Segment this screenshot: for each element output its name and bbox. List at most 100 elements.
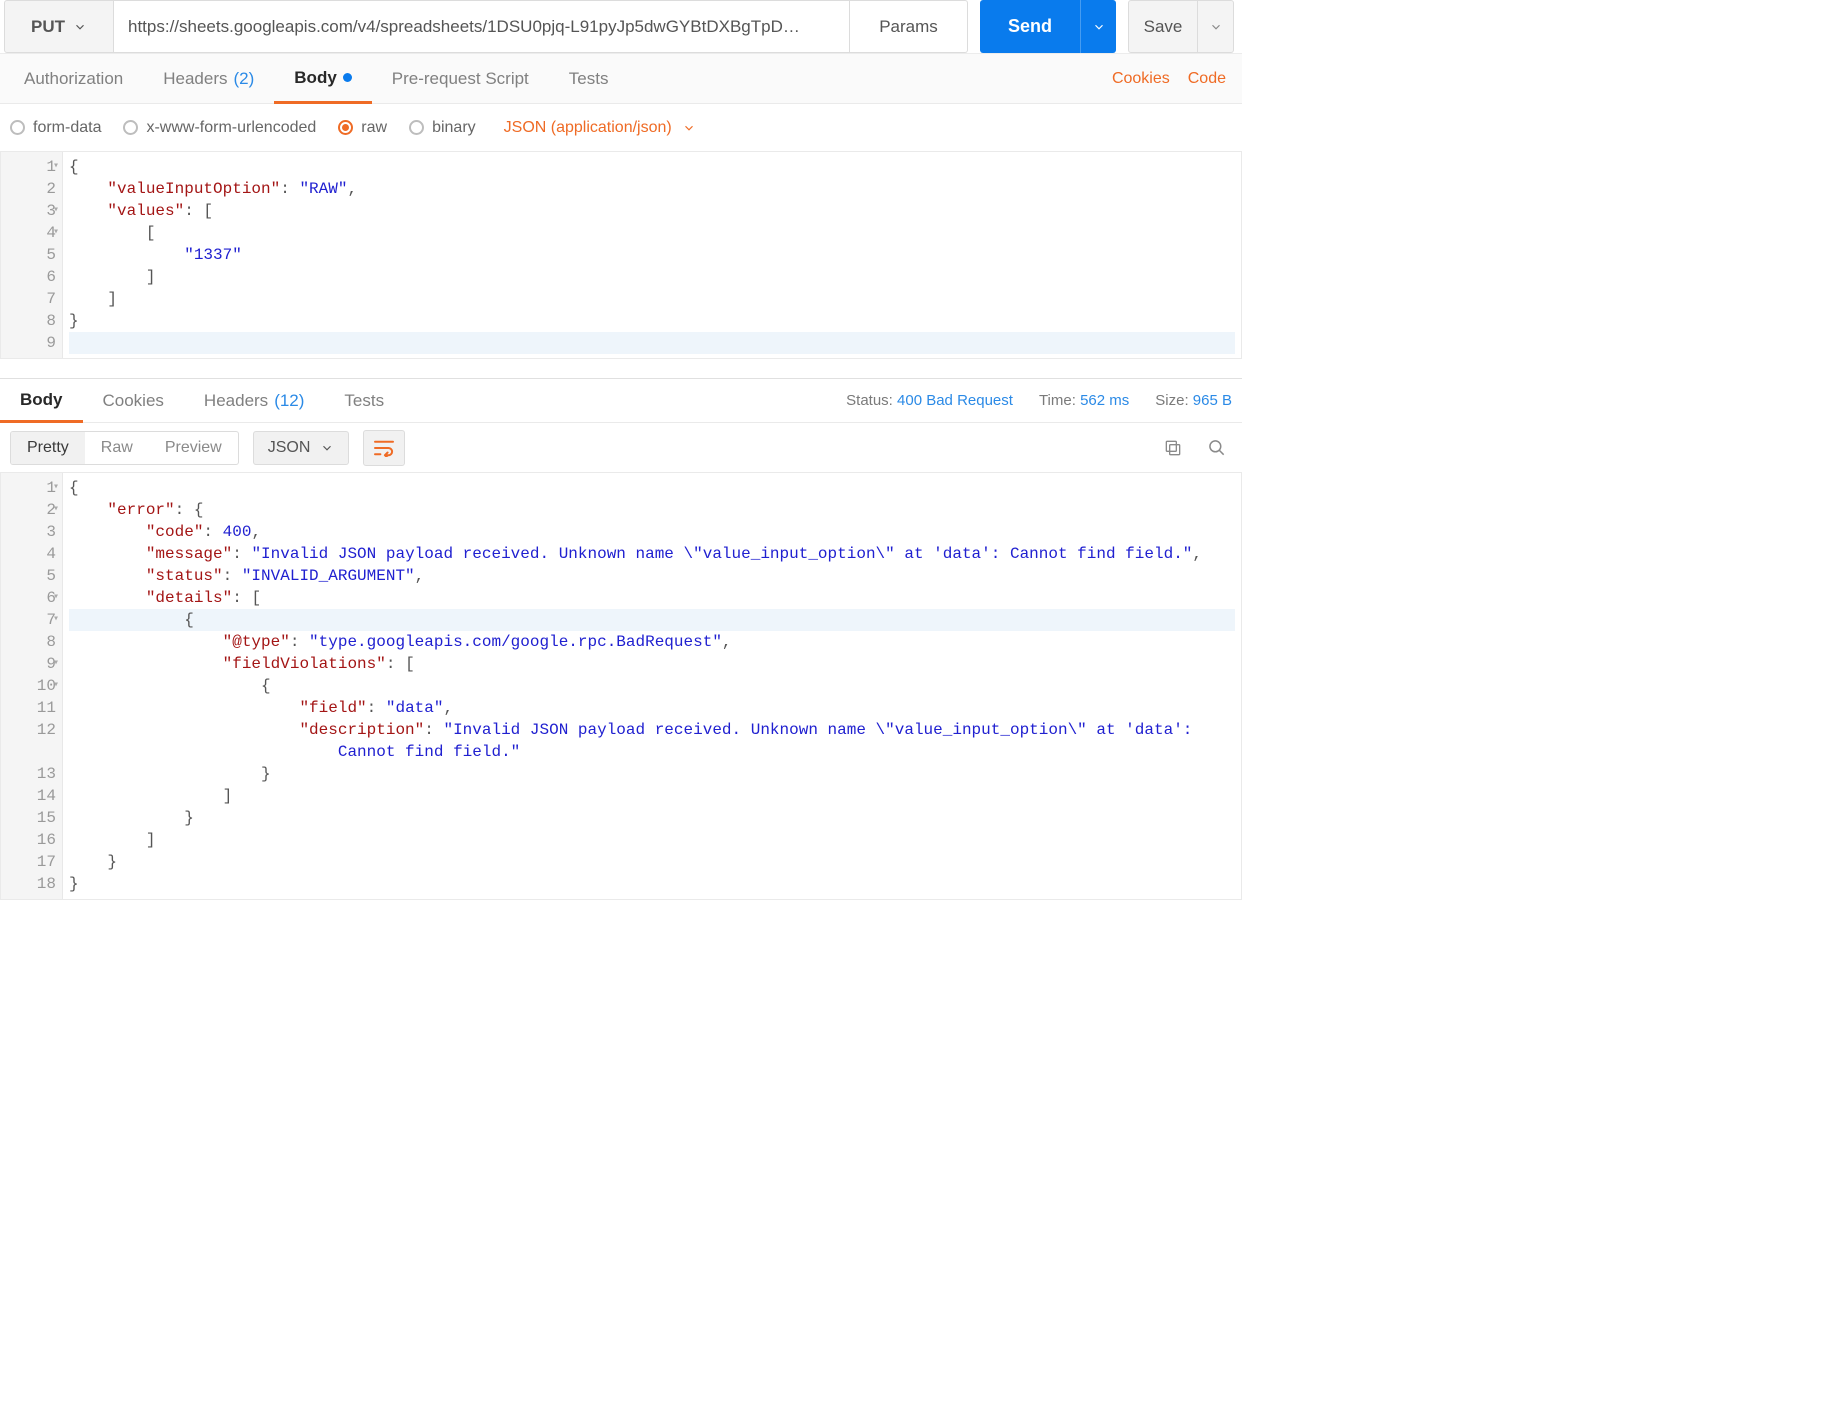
line-number: 17 <box>1 851 62 873</box>
status-value: 400 Bad Request <box>897 392 1013 409</box>
copy-response-button[interactable] <box>1158 433 1188 463</box>
params-button[interactable]: Params <box>850 0 968 53</box>
line-number: 9 <box>1 653 62 675</box>
copy-icon <box>1163 438 1183 458</box>
save-button-group: Save <box>1128 0 1234 53</box>
line-number: 5 <box>1 244 62 266</box>
line-number <box>1 741 62 763</box>
response-meta: Status: 400 Bad Request Time: 562 ms Siz… <box>846 392 1232 409</box>
line-number: 14 <box>1 785 62 807</box>
response-toolbar: Pretty Raw Preview JSON <box>0 423 1242 473</box>
line-number: 2 <box>1 499 62 521</box>
body-type-row: form-data x-www-form-urlencoded raw bina… <box>0 104 1242 152</box>
response-editor-gutter: 1 2 3456 7 89 10 1112131415161718 <box>1 473 63 899</box>
tab-tests[interactable]: Tests <box>549 54 629 103</box>
line-number: 5 <box>1 565 62 587</box>
code-line: { <box>69 675 1235 697</box>
content-type-select[interactable]: JSON (application/json) <box>504 119 696 137</box>
code-link[interactable]: Code <box>1188 70 1226 88</box>
radio-urlencoded[interactable]: x-www-form-urlencoded <box>123 119 316 137</box>
response-body-viewer[interactable]: 1 2 3456 7 89 10 1112131415161718 { "err… <box>0 473 1242 900</box>
request-url-text: https://sheets.googleapis.com/v4/spreads… <box>128 17 800 37</box>
code-line: { <box>69 609 1235 631</box>
search-icon <box>1207 438 1227 458</box>
response-tabs: Body Cookies Headers (12) Tests Status: … <box>0 379 1242 423</box>
cookies-link[interactable]: Cookies <box>1112 70 1170 88</box>
line-number: 8 <box>1 310 62 332</box>
code-line: "values": [ <box>69 200 1235 222</box>
radio-form-data[interactable]: form-data <box>10 119 101 137</box>
code-line: "description": "Invalid JSON payload rec… <box>69 719 1235 741</box>
line-number: 1 <box>1 477 62 499</box>
line-number: 8 <box>1 631 62 653</box>
resp-tab-headers[interactable]: Headers (12) <box>184 379 325 422</box>
radio-icon <box>123 120 138 135</box>
line-number: 6 <box>1 266 62 288</box>
resp-tab-tests[interactable]: Tests <box>324 379 404 422</box>
code-line: } <box>69 873 1235 895</box>
resp-tab-cookies[interactable]: Cookies <box>83 379 184 422</box>
code-line: { <box>69 156 1235 178</box>
wrap-lines-icon <box>373 439 395 457</box>
code-line: "field": "data", <box>69 697 1235 719</box>
code-line: "valueInputOption": "RAW", <box>69 178 1235 200</box>
view-pretty[interactable]: Pretty <box>11 432 85 464</box>
code-line: "1337" <box>69 244 1235 266</box>
code-line: } <box>69 310 1235 332</box>
line-number: 15 <box>1 807 62 829</box>
line-number: 7 <box>1 288 62 310</box>
line-number: 7 <box>1 609 62 631</box>
code-line: "@type": "type.googleapis.com/google.rpc… <box>69 631 1235 653</box>
send-dropdown-button[interactable] <box>1080 0 1116 53</box>
code-line: ] <box>69 266 1235 288</box>
response-format-select[interactable]: JSON <box>253 431 350 465</box>
code-line <box>69 332 1235 354</box>
request-editor-code[interactable]: { "valueInputOption": "RAW", "values": [… <box>63 152 1241 358</box>
request-editor-gutter: 1 23 4 56789 <box>1 152 63 358</box>
line-number: 4 <box>1 222 62 244</box>
resp-tab-body[interactable]: Body <box>0 380 83 423</box>
save-button[interactable]: Save <box>1128 0 1198 53</box>
view-preview[interactable]: Preview <box>149 432 238 464</box>
unsaved-dot-icon <box>343 73 352 82</box>
radio-raw[interactable]: raw <box>338 119 387 137</box>
http-method-select[interactable]: PUT <box>4 0 114 53</box>
line-number: 3 <box>1 200 62 222</box>
line-number: 16 <box>1 829 62 851</box>
panel-divider[interactable] <box>0 359 1242 379</box>
code-line: ] <box>69 288 1235 310</box>
request-links: Cookies Code <box>1112 70 1238 88</box>
line-number: 2 <box>1 178 62 200</box>
chevron-down-icon <box>682 121 696 135</box>
radio-binary[interactable]: binary <box>409 119 476 137</box>
tab-authorization[interactable]: Authorization <box>4 54 143 103</box>
view-mode-pill: Pretty Raw Preview <box>10 431 239 465</box>
line-number: 12 <box>1 719 62 741</box>
code-line: } <box>69 763 1235 785</box>
code-line: Cannot find field." <box>69 741 1235 763</box>
http-method-label: PUT <box>31 17 65 37</box>
line-number: 11 <box>1 697 62 719</box>
code-line: { <box>69 477 1235 499</box>
request-body-editor[interactable]: 1 23 4 56789 { "valueInputOption": "RAW"… <box>0 152 1242 359</box>
time-value: 562 ms <box>1080 392 1129 409</box>
send-button-group: Send <box>980 0 1116 53</box>
view-raw[interactable]: Raw <box>85 432 149 464</box>
response-editor-code: { "error": { "code": 400, "message": "In… <box>63 473 1241 899</box>
code-line: "details": [ <box>69 587 1235 609</box>
tab-prerequest[interactable]: Pre-request Script <box>372 54 549 103</box>
send-button[interactable]: Send <box>980 0 1080 53</box>
save-dropdown-button[interactable] <box>1198 0 1234 53</box>
chevron-down-icon <box>320 441 334 455</box>
radio-icon <box>409 120 424 135</box>
line-number: 13 <box>1 763 62 785</box>
request-url-input[interactable]: https://sheets.googleapis.com/v4/spreads… <box>114 0 850 53</box>
tab-body[interactable]: Body <box>274 55 372 104</box>
wrap-toggle-button[interactable] <box>363 430 405 466</box>
code-line: "error": { <box>69 499 1235 521</box>
tab-headers[interactable]: Headers (2) <box>143 54 274 103</box>
search-response-button[interactable] <box>1202 433 1232 463</box>
size-value: 965 B <box>1193 392 1232 409</box>
request-tabs: Authorization Headers (2) Body Pre-reque… <box>0 54 1242 104</box>
radio-icon <box>338 120 353 135</box>
